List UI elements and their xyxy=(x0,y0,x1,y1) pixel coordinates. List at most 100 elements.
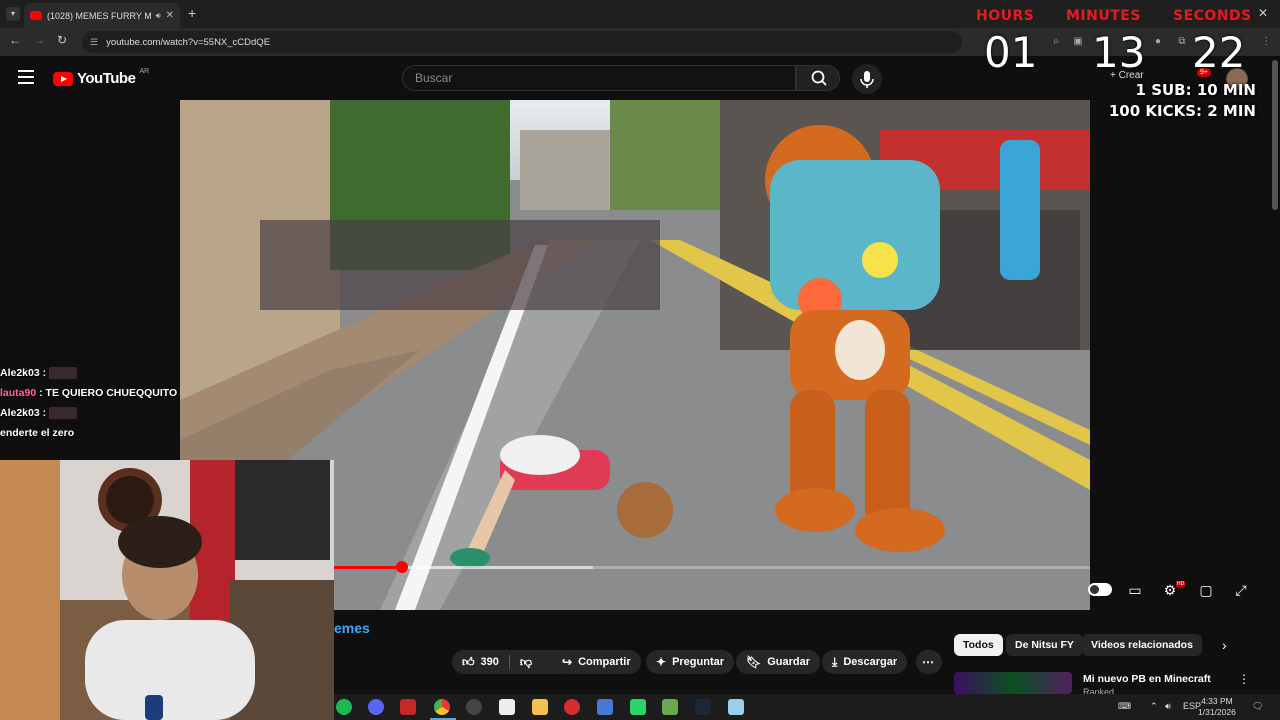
chat-message: Ale2k03 : xyxy=(0,364,182,384)
site-info-icon[interactable]: ☰ xyxy=(90,37,98,48)
address-bar[interactable]: ☰ youtube.com/watch?v=55NX_cCDdQE xyxy=(82,31,962,53)
timer-hours-value: 01 xyxy=(984,28,1038,77)
progress-played xyxy=(334,566,402,569)
video-title[interactable]: emes xyxy=(334,620,370,636)
tab-close-icon[interactable]: ✕ xyxy=(166,10,174,21)
kicks-goal-text: 100 KICKS: 2 MIN xyxy=(1108,102,1256,120)
more-horizontal-icon: ⋯ xyxy=(922,655,934,669)
stream-app-icon[interactable] xyxy=(400,699,416,715)
more-actions-button[interactable]: ⋯ xyxy=(916,650,942,674)
browser-menu-icon[interactable]: ⋮ xyxy=(1260,36,1272,48)
clock-time: 4:33 PM xyxy=(1201,696,1233,706)
youtube-favicon-icon xyxy=(30,11,42,20)
zoom-icon[interactable]: ⌕ xyxy=(1050,36,1062,48)
share-icon: ↪ xyxy=(562,655,573,669)
chat-username: Ale2k03 xyxy=(0,407,40,419)
obs-icon[interactable] xyxy=(466,699,482,715)
download-label: Descargar xyxy=(843,656,898,668)
ask-button[interactable]: ✦ Preguntar xyxy=(646,650,735,674)
voice-search-button[interactable] xyxy=(852,64,882,94)
page-scrollbar[interactable] xyxy=(1272,60,1278,210)
minecraft-icon[interactable] xyxy=(662,699,678,715)
dislike-icon[interactable]: 👎︎ xyxy=(520,655,532,670)
tray-expand-icon[interactable]: ⌃ xyxy=(1150,701,1158,712)
logo-text: YouTube xyxy=(77,70,136,87)
notepad-icon[interactable] xyxy=(728,699,744,715)
chat-message: enderte el zero xyxy=(0,424,182,444)
chat-separator: : xyxy=(39,367,50,379)
steam-icon[interactable] xyxy=(695,699,711,715)
screenshot-icon[interactable]: ▣ xyxy=(1072,36,1084,48)
share-button[interactable]: ↪ Compartir xyxy=(552,650,641,674)
file-explorer-icon[interactable] xyxy=(532,699,548,715)
autoplay-toggle[interactable] xyxy=(1088,583,1112,596)
progress-scrubber[interactable] xyxy=(396,561,408,573)
notifications-icon[interactable]: 🗨︎ xyxy=(1252,701,1263,712)
taskbar-clock[interactable]: 4:33 PM 1/31/2026 xyxy=(1198,696,1236,718)
fullscreen-icon[interactable]: ⤢ xyxy=(1231,580,1251,600)
bookmark-icon: 🔖︎ xyxy=(746,655,762,669)
country-code: AR xyxy=(139,68,150,75)
capcut-icon[interactable] xyxy=(499,699,515,715)
extension-color-icon[interactable]: ● xyxy=(1152,36,1164,48)
chip-all[interactable]: Todos xyxy=(954,634,1003,656)
app-icon[interactable] xyxy=(597,699,613,715)
menu-icon[interactable] xyxy=(18,70,34,84)
theater-mode-icon[interactable]: ▢ xyxy=(1196,580,1216,600)
related-video-title[interactable]: Mi nuevo PB en Minecraft xyxy=(1083,673,1211,685)
extensions-icon[interactable]: ⧉ xyxy=(1176,36,1188,48)
volume-icon[interactable]: 🔊︎ xyxy=(1165,701,1171,712)
download-button[interactable]: ⤓ Descargar xyxy=(822,650,908,674)
hd-badge: HD xyxy=(1176,581,1186,587)
timer-minutes-value: 13 xyxy=(1092,28,1146,77)
chat-message: lauta90 : TE QUIERO CHUEQQUITO xyxy=(0,384,182,404)
sub-goal-text: 1 SUB: 10 MIN xyxy=(1135,81,1256,99)
search-icon xyxy=(811,70,827,86)
kick-icon[interactable] xyxy=(630,699,646,715)
youtube-logo[interactable]: YouTube AR xyxy=(53,68,150,87)
chat-username: Ale2k03 xyxy=(0,367,40,379)
webcam-feed xyxy=(0,460,334,720)
url-text: youtube.com/watch?v=55NX_cCDdQE xyxy=(106,36,271,48)
stream-chat: Ale2k03 : lauta90 : TE QUIERO CHUEQQUITO… xyxy=(0,364,182,444)
tab-title: (1028) MEMES FURRY MUY xyxy=(47,10,151,21)
browser-toolbar: ← → ↻ ☰ youtube.com/watch?v=55NX_cCDdQE … xyxy=(0,28,1280,56)
search-input[interactable]: Buscar xyxy=(402,65,796,91)
forward-icon[interactable]: → xyxy=(30,33,48,47)
related-video-thumbnail[interactable] xyxy=(954,672,1072,694)
spotify-icon[interactable] xyxy=(336,699,352,715)
browser-tab[interactable]: (1028) MEMES FURRY MUY 🔊︎ ✕ xyxy=(24,3,180,28)
keyboard-icon[interactable]: ⌨ xyxy=(1118,701,1131,712)
chat-username: lauta90 xyxy=(0,387,37,399)
chat-message: Ale2k03 : xyxy=(0,404,182,424)
chat-emote-icon xyxy=(49,367,78,380)
back-icon[interactable]: ← xyxy=(6,33,24,47)
chat-separator: : xyxy=(39,407,50,419)
search-button[interactable] xyxy=(796,65,840,91)
window-close-icon[interactable]: ✕ xyxy=(1258,6,1268,20)
microphone-icon xyxy=(860,71,874,88)
youtube-play-icon xyxy=(53,71,73,86)
new-tab-button[interactable]: + xyxy=(188,5,196,21)
chat-separator: : xyxy=(36,387,46,399)
youtube-masthead: YouTube AR Buscar + Crear 9+ xyxy=(0,56,1280,100)
tab-search-icon[interactable]: ▾ xyxy=(6,7,20,21)
timer-seconds-label: SECONDS xyxy=(1173,8,1252,24)
like-count[interactable]: 390 xyxy=(481,656,499,668)
like-icon[interactable]: 👍︎ xyxy=(462,655,475,670)
chip-channel[interactable]: De Nitsu FY xyxy=(1006,634,1083,656)
share-label: Compartir xyxy=(578,656,631,668)
discord-icon[interactable] xyxy=(368,699,384,715)
speaker-icon[interactable]: 🔊︎ xyxy=(156,11,161,21)
subtitles-icon[interactable]: ▭ xyxy=(1125,580,1145,600)
chrome-icon[interactable] xyxy=(434,699,450,715)
related-more-icon[interactable]: ⋮ xyxy=(1238,672,1250,686)
save-button[interactable]: 🔖︎ Guardar xyxy=(736,650,821,674)
chevron-right-icon[interactable]: › xyxy=(1222,637,1227,653)
chat-emote-icon xyxy=(49,407,78,420)
sparkle-icon: ✦ xyxy=(656,655,667,669)
opera-icon[interactable] xyxy=(564,699,580,715)
reload-icon[interactable]: ↻ xyxy=(53,33,71,47)
timer-minutes-label: MINUTES xyxy=(1066,8,1141,24)
chip-related[interactable]: Videos relacionados xyxy=(1082,634,1202,656)
